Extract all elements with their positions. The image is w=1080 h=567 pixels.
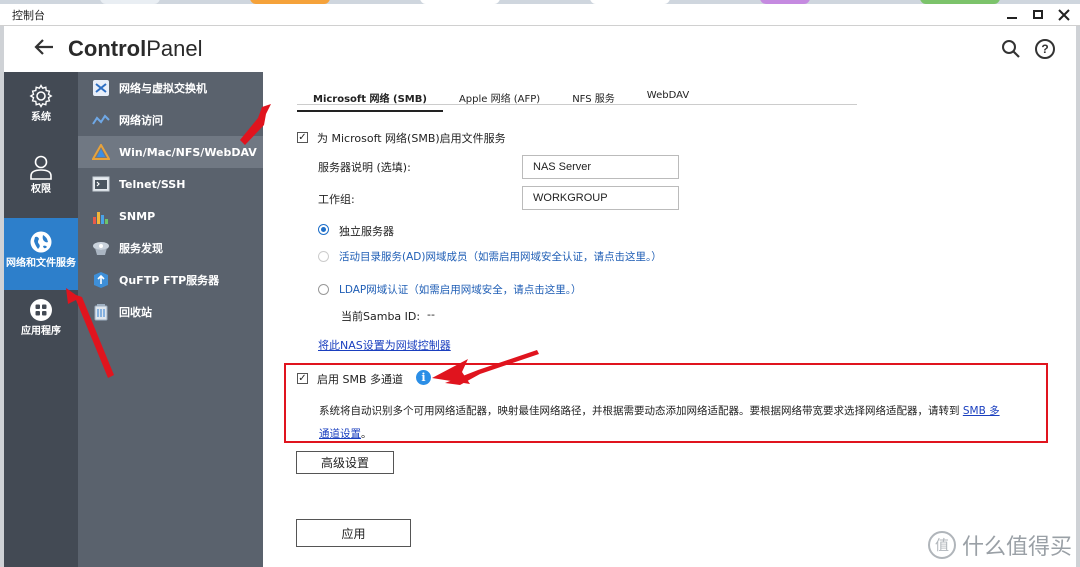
smb-multichannel-description: 系统将自动识别多个可用网络适配器，映射最佳网络路径，并根据需要动态添加网络适配器…	[319, 403, 1000, 418]
samba-id-value: --	[427, 308, 435, 321]
radio-standalone[interactable]	[318, 224, 329, 235]
nav2-item-network-access[interactable]: 网络访问	[78, 104, 263, 136]
watermark-logo: 值	[927, 531, 956, 559]
back-button[interactable]	[34, 37, 64, 62]
nav2-label: SNMP	[119, 209, 156, 223]
nav1-label: 权限	[31, 184, 51, 195]
tab-divider	[297, 104, 857, 105]
service-discovery-icon	[92, 239, 110, 257]
tab-bar: Microsoft 网络 (SMB) Apple 网络 (AFP) NFS 服务…	[297, 88, 705, 112]
nav2-label: 服务发现	[119, 242, 163, 255]
nav2-label: Telnet/SSH	[119, 177, 186, 191]
workgroup-label: 工作组:	[318, 193, 355, 206]
window-titlebar: 控制台	[0, 4, 1080, 26]
back-arrow-icon	[34, 38, 53, 55]
primary-sidebar: 系统 权限 网络和文件服务 应用程序	[4, 72, 78, 567]
nav2-item-snmp[interactable]: SNMP	[78, 200, 263, 232]
minimize-icon	[1007, 16, 1017, 19]
apps-grid-icon	[30, 299, 52, 321]
nav1-item-system[interactable]: 系统	[4, 84, 78, 144]
nav2-label: 网络与虚拟交换机	[119, 82, 207, 95]
server-desc-label: 服务器说明 (选填):	[318, 161, 411, 174]
smb-multichannel-description-line2: 通道设置。	[319, 426, 372, 441]
close-button[interactable]	[1054, 5, 1074, 25]
screenshot-root: 控制台 ControlPanel ? 系统 权限 网络和文件服务 应用程序 网络…	[0, 0, 1080, 567]
radio-ldap[interactable]	[318, 284, 329, 295]
window-right-border	[1076, 26, 1080, 567]
site-watermark: 值 什么值得买	[927, 529, 1072, 561]
info-icon[interactable]: i	[416, 370, 431, 385]
globe-icon	[30, 231, 52, 253]
file-service-icon	[92, 143, 110, 161]
maximize-icon	[1033, 10, 1043, 19]
tab-smb[interactable]: Microsoft 网络 (SMB)	[297, 88, 443, 112]
nav2-item-quftp[interactable]: QuFTP FTP服务器	[78, 264, 263, 296]
window-title: 控制台	[12, 8, 45, 22]
enable-smb-checkbox[interactable]: ✓	[297, 132, 308, 143]
secondary-sidebar: 网络与虚拟交换机 网络访问 Win/Mac/NFS/WebDAV Telnet/…	[78, 72, 263, 567]
app-title-bold: Control	[68, 36, 147, 61]
nav2-label: 回收站	[119, 306, 152, 319]
domain-controller-link[interactable]: 将此NAS设置为网域控制器	[318, 337, 451, 353]
tab-afp[interactable]: Apple 网络 (AFP)	[443, 88, 556, 112]
watermark-text: 什么值得买	[961, 535, 1072, 560]
nav2-item-telnet-ssh[interactable]: Telnet/SSH	[78, 168, 263, 200]
nav1-item-applications[interactable]: 应用程序	[4, 298, 78, 358]
bar-chart-icon	[92, 207, 110, 225]
samba-id-label: 当前Samba ID:	[341, 310, 421, 323]
nav2-item-recycle-bin[interactable]: 回收站	[78, 296, 263, 328]
server-desc-input[interactable]: NAS Server	[522, 155, 679, 179]
search-icon	[1002, 40, 1020, 58]
maximize-button[interactable]	[1028, 5, 1048, 25]
app-header: ControlPanel ?	[4, 26, 1076, 72]
tab-nfs[interactable]: NFS 服务	[556, 88, 631, 112]
multichannel-settings-link-part1[interactable]: SMB 多	[963, 405, 1000, 417]
multichannel-settings-link-part2[interactable]: 通道设置	[319, 428, 361, 440]
search-button[interactable]	[1000, 38, 1022, 60]
tab-webdav[interactable]: WebDAV	[631, 88, 705, 112]
network-switch-icon	[92, 79, 110, 97]
nav1-label: 应用程序	[21, 326, 61, 337]
nav2-label: Win/Mac/NFS/WebDAV	[119, 145, 257, 159]
nav2-item-service-discovery[interactable]: 服务发现	[78, 232, 263, 264]
settings-content: Microsoft 网络 (SMB) Apple 网络 (AFP) NFS 服务…	[263, 72, 1076, 567]
nav2-label: 网络访问	[119, 114, 163, 127]
radio-ad-member[interactable]	[318, 251, 329, 262]
nav1-item-privileges[interactable]: 权限	[4, 154, 78, 214]
help-icon: ?	[1035, 39, 1055, 59]
gear-icon	[29, 84, 53, 108]
advanced-settings-button[interactable]: 高级设置	[296, 451, 394, 474]
radio-ldap-label[interactable]: LDAP网域认证（如需启用网域安全，请点击这里。）	[339, 282, 582, 297]
app-title-rest: Panel	[146, 36, 203, 61]
smb-multichannel-label: 启用 SMB 多通道	[317, 373, 404, 386]
nav2-item-win-mac-nfs-webdav[interactable]: Win/Mac/NFS/WebDAV	[78, 136, 263, 168]
terminal-icon	[92, 175, 110, 193]
multichannel-desc-text: 系统将自动识别多个可用网络适配器，映射最佳网络路径，并根据需要动态添加网络适配器…	[319, 405, 960, 417]
network-access-icon	[92, 111, 110, 129]
nav1-item-network-file-services[interactable]: 网络和文件服务	[4, 218, 78, 290]
nav1-label: 系统	[31, 112, 51, 123]
multichannel-desc-end: 。	[361, 428, 372, 440]
radio-ad-member-label[interactable]: 活动目录服务(AD)网域成员（如需启用网域安全认证，请点击这里。）	[339, 249, 662, 264]
ftp-icon	[92, 271, 110, 289]
recycle-bin-icon	[92, 303, 110, 321]
app-title: ControlPanel	[68, 36, 202, 62]
nav2-item-network-virtual-switch[interactable]: 网络与虚拟交换机	[78, 72, 263, 104]
help-button[interactable]: ?	[1034, 38, 1056, 60]
smb-multichannel-checkbox[interactable]: ✓	[297, 373, 308, 384]
close-icon	[1058, 8, 1070, 21]
enable-smb-label: 为 Microsoft 网络(SMB)启用文件服务	[317, 132, 506, 145]
radio-standalone-label: 独立服务器	[339, 225, 394, 238]
minimize-button[interactable]	[1002, 5, 1022, 25]
workgroup-input[interactable]: WORKGROUP	[522, 186, 679, 210]
user-icon	[30, 155, 52, 180]
nav2-label: QuFTP FTP服务器	[119, 274, 220, 287]
nav1-label: 网络和文件服务	[6, 258, 76, 269]
apply-button[interactable]: 应用	[296, 519, 411, 547]
